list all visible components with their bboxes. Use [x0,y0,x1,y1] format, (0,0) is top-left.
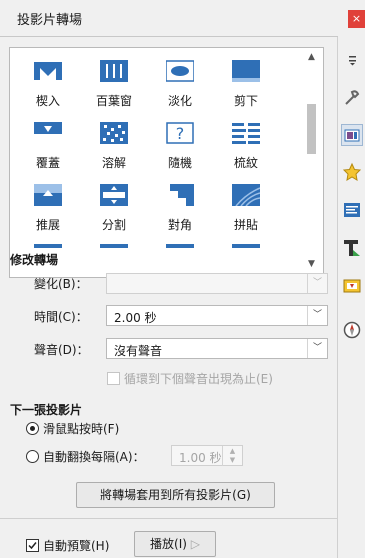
sound-label: 聲音(D)： [34,343,89,357]
transition-label: 分割 [101,218,126,232]
auto-preview-checkbox[interactable] [26,539,39,552]
panel-title: 投影片轉場 [17,13,83,28]
play-button[interactable]: 播放(I) ▷ [134,531,216,557]
gallery-star-icon[interactable] [342,162,362,182]
spin-arrows-icon[interactable]: ▲ ▼ [222,446,242,466]
transition-wedge[interactable]: 楔入 [16,52,80,112]
venetian-icon [100,60,128,82]
transition-random[interactable]: ? 隨機 [148,114,212,174]
master-slides-icon[interactable] [342,200,362,220]
wedge-icon [34,62,62,80]
duration-label: 時間(C)： [34,310,88,324]
transition-diagonal[interactable]: 對角 [148,176,212,236]
transition-cut[interactable]: 剪下 [214,52,278,112]
gallery-scrollbar[interactable]: ▲ ▼ [301,48,322,277]
transition-label: 對角 [167,218,192,232]
transition-dissolve[interactable]: 溶解 [82,114,146,174]
navigator-icon[interactable] [342,320,362,340]
auto-advance-label: 自動翻換每隔(A)： [43,450,145,464]
divider [0,518,337,519]
transition-tiles[interactable]: 拼貼 [214,176,278,236]
chevron-down-icon[interactable]: ﹀ [307,306,327,325]
random-icon: ? [166,122,194,144]
auto-advance-spinbox[interactable]: 1.00 秒 ▲ ▼ [171,445,243,466]
loop-sound-label: 循環到下個聲音出現為止(E) [124,372,273,386]
on-click-radio[interactable] [26,422,39,435]
chevron-down-icon: ﹀ [307,274,327,293]
diagonal-icon [166,184,194,206]
title-bar: 投影片轉場 × [0,0,365,36]
on-click-label: 滑鼠點按時(F) [43,422,120,436]
scroll-down-icon[interactable]: ▼ [301,259,322,273]
transition-label: 推展 [35,218,60,232]
slide-transition-icon[interactable] [341,124,363,146]
fade-icon [166,60,194,82]
tiles-icon [232,184,260,206]
deck-sidebar [337,37,365,558]
transition-cover[interactable]: 覆蓋 [16,114,80,174]
play-label: 播放(I) [150,537,187,551]
transition-gallery: 楔入 百葉窗 淡化 剪下 覆蓋 溶解 ? 隨機 梳紋 推展 分割 對角 拼貼 ▲… [9,47,324,278]
scroll-thumb[interactable] [307,104,316,154]
duration-spinbox[interactable]: 2.00 秒 ﹀ [106,305,328,326]
transition-label: 剪下 [233,94,258,108]
transition-venetian[interactable]: 百葉窗 [82,52,146,112]
auto-advance-value: 1.00 秒 [179,451,222,465]
transition-label: 淡化 [167,94,192,108]
variant-label: 變化(B)： [34,277,88,291]
transition-label: 覆蓋 [35,156,60,170]
transition-label: 梳紋 [233,156,258,170]
split-icon [100,184,128,206]
next-row-peek [166,244,194,248]
duration-value: 2.00 秒 [114,311,157,325]
radio-selected-dot [30,426,35,431]
chevron-down-icon[interactable]: ﹀ [307,339,327,358]
checkmark-icon [28,542,37,550]
modify-transition-heading: 修改轉場 [10,253,59,267]
styles-icon[interactable] [342,238,362,258]
comb-icon [232,123,260,144]
transition-label: 百葉窗 [95,94,132,108]
cut-icon [232,60,260,82]
transition-label: 拼貼 [233,218,258,232]
apply-to-all-button[interactable]: 將轉場套用到所有投影片(G) [76,482,275,508]
transition-label: 隨機 [167,156,192,170]
transition-split[interactable]: 分割 [82,176,146,236]
cover-icon [34,122,62,144]
auto-advance-radio[interactable] [26,450,39,463]
close-button[interactable]: × [348,10,365,28]
variant-select[interactable]: ﹀ [106,273,328,294]
next-row-peek [34,244,62,248]
menu-icon[interactable] [342,50,362,70]
next-row-peek [100,244,128,248]
dissolve-icon [100,122,128,144]
next-row-peek [232,244,260,248]
push-icon [34,184,62,206]
auto-preview-label: 自動預覽(H) [43,539,110,553]
play-icon: ▷ [190,537,200,551]
animation-icon[interactable] [342,275,362,295]
transition-grid: 楔入 百葉窗 淡化 剪下 覆蓋 溶解 ? 隨機 梳紋 推展 分割 對角 拼貼 [10,48,300,277]
transition-fade[interactable]: 淡化 [148,52,212,112]
sound-select[interactable]: 沒有聲音 ﹀ [106,338,328,359]
slide-transition-panel: 楔入 百葉窗 淡化 剪下 覆蓋 溶解 ? 隨機 梳紋 推展 分割 對角 拼貼 ▲… [0,37,337,558]
sound-value: 沒有聲音 [114,344,163,358]
random-glyph: ? [176,124,185,143]
scroll-up-icon[interactable]: ▲ [301,52,322,66]
properties-icon[interactable] [342,88,362,108]
advance-slide-heading: 下一張投影片 [10,403,83,417]
transition-push[interactable]: 推展 [16,176,80,236]
transition-label: 楔入 [35,94,60,108]
transition-comb[interactable]: 梳紋 [214,114,278,174]
transition-label: 溶解 [101,156,126,170]
loop-sound-checkbox[interactable] [107,372,120,385]
